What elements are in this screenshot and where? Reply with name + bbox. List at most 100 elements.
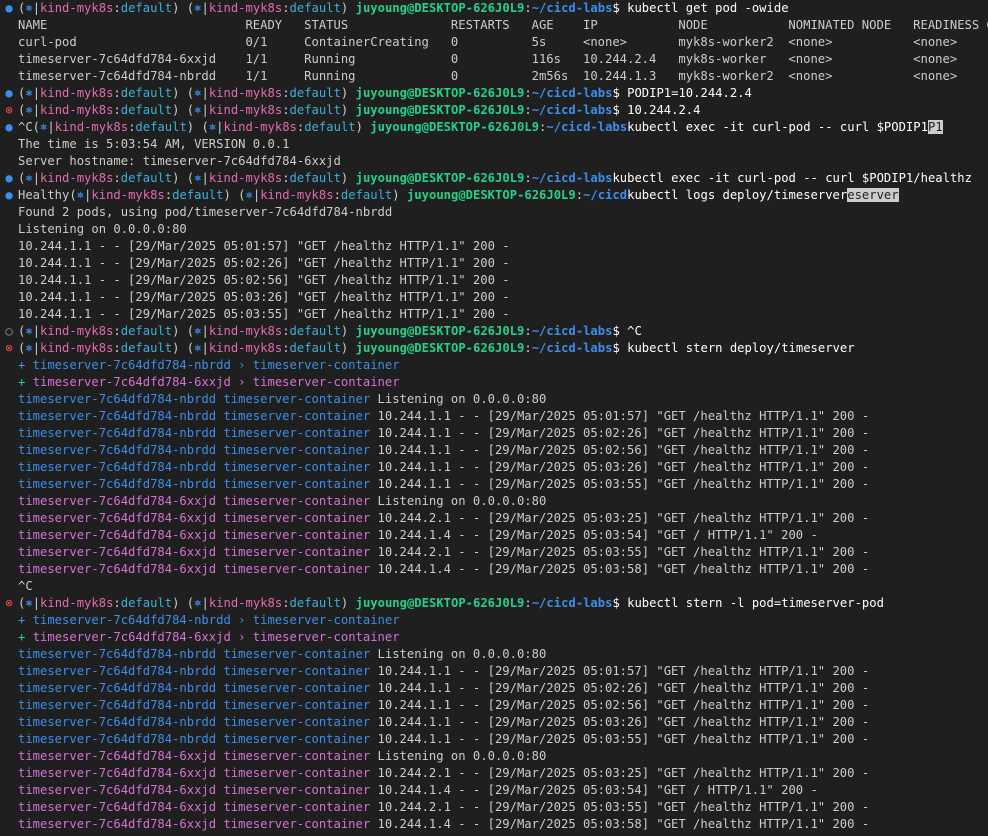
- kube-context: kind-myk8s: [260, 188, 334, 202]
- output-line: timeserver-7c64dfd784-nbrdd timeserver-c…: [0, 476, 988, 493]
- terminal-text: The time is 5:03:54 AM, VERSION 0.0.1: [18, 137, 290, 151]
- terminal-text: |: [216, 120, 224, 134]
- command-status-success-icon[interactable]: ●: [3, 187, 15, 204]
- terminal-text: 10.244.2.1 - - [29/Mar/2025 05:03:25] "G…: [370, 511, 870, 525]
- cursor-selection: eserver: [847, 188, 899, 202]
- command-status-error-icon[interactable]: ⊗: [3, 102, 15, 119]
- terminal-text: |: [47, 120, 55, 134]
- terminal-text: Listening on 0.0.0.0:80: [18, 222, 187, 236]
- terminal-text: :: [113, 324, 121, 338]
- prompt-line: ⊗ (⎈|kind-myk8s:default) (⎈|kind-myk8s:de…: [0, 340, 988, 357]
- kubernetes-helm-icon: ⎈: [245, 188, 253, 202]
- terminal-text: |: [32, 171, 41, 185]
- user-host: juyoung@DESKTOP-626J0L9: [406, 188, 576, 202]
- user-host: juyoung@DESKTOP-626J0L9: [355, 596, 525, 610]
- pod-added-marker: +: [18, 375, 33, 389]
- pod-label-6xxjd: timeserver-7c64dfd784-6xxjd timeserver-c…: [18, 749, 371, 763]
- kube-context: kind-myk8s: [40, 324, 114, 338]
- pod-added-marker: +: [18, 630, 33, 644]
- command-text: kubectl exec -it curl-pod -- curl $PODIP…: [612, 171, 972, 185]
- kube-namespace: default: [120, 171, 173, 185]
- command-status-success-icon[interactable]: ●: [3, 85, 15, 102]
- cursor-selection: P1: [927, 120, 943, 134]
- terminal-output[interactable]: ● (⎈|kind-myk8s:default) (⎈|kind-myk8s:de…: [0, 0, 988, 833]
- terminal-text: 10.244.2.1 - - [29/Mar/2025 05:03:55] "G…: [370, 545, 870, 559]
- terminal-text: |: [32, 341, 41, 355]
- command-status-error-icon[interactable]: ⊗: [3, 340, 15, 357]
- kube-context: kind-myk8s: [208, 324, 283, 338]
- terminal-text: 10.244.1.1 - - [29/Mar/2025 05:02:56] "G…: [370, 698, 870, 712]
- prompt-line: ○ (⎈|kind-myk8s:default) (⎈|kind-myk8s:de…: [0, 323, 988, 340]
- output-line: + timeserver-7c64dfd784-6xxjd › timeserv…: [0, 629, 988, 646]
- working-directory: ~/cicd-labs: [531, 596, 613, 610]
- terminal-text: Server hostname: timeserver-7c64dfd784-6…: [18, 154, 341, 168]
- user-host: juyoung@DESKTOP-626J0L9: [370, 120, 540, 134]
- kubernetes-helm-icon: ⎈: [25, 324, 33, 338]
- command-status-success-icon[interactable]: ●: [3, 170, 15, 187]
- terminal-text: :: [282, 171, 290, 185]
- output-line: timeserver-7c64dfd784-6xxjd timeserver-c…: [0, 782, 988, 799]
- terminal-text: :: [524, 341, 532, 355]
- terminal-text: |: [32, 324, 41, 338]
- output-line: Server hostname: timeserver-7c64dfd784-6…: [0, 153, 988, 170]
- command-text: $ 10.244.2.4: [612, 103, 701, 117]
- terminal-text: |: [201, 324, 209, 338]
- pod-label-nbrdd: timeserver-7c64dfd784-nbrdd timeserver-c…: [18, 698, 371, 712]
- user-host: juyoung@DESKTOP-626J0L9: [355, 1, 525, 15]
- terminal-text: 10.244.1.1 - - [29/Mar/2025 05:03:26] "G…: [370, 460, 870, 474]
- output-line: timeserver-7c64dfd784-nbrdd timeserver-c…: [0, 646, 988, 663]
- terminal-text: |: [201, 171, 209, 185]
- kube-context: kind-myk8s: [54, 120, 129, 134]
- output-line: 10.244.1.1 - - [29/Mar/2025 05:02:56] "G…: [0, 272, 988, 289]
- prompt-line: ● ^C(⎈|kind-myk8s:default) (⎈|kind-myk8s:…: [0, 119, 988, 136]
- terminal-text: :: [113, 86, 121, 100]
- terminal-text: :: [282, 1, 290, 15]
- terminal-text: ): [355, 120, 371, 134]
- terminal-text: ): [340, 86, 356, 100]
- terminal-text: :: [524, 86, 532, 100]
- kube-namespace: default: [289, 324, 341, 338]
- kube-context: kind-myk8s: [208, 103, 283, 117]
- terminal-text: ^C(: [18, 120, 41, 134]
- output-line: timeserver-7c64dfd784-nbrdd timeserver-c…: [0, 731, 988, 748]
- terminal-text: ): [340, 341, 356, 355]
- terminal-text: ) (: [186, 120, 209, 134]
- terminal-text: 10.244.1.4 - - [29/Mar/2025 05:03:54] "G…: [370, 528, 818, 542]
- command-text: $ kubectl stern -l pod=timeserver-pod: [612, 596, 884, 610]
- output-line: timeserver-7c64dfd784-nbrdd timeserver-c…: [0, 425, 988, 442]
- terminal-text: :: [113, 341, 121, 355]
- output-line: timeserver-7c64dfd784-6xxjd timeserver-c…: [0, 544, 988, 561]
- pod-label-nbrdd: timeserver-7c64dfd784-nbrdd timeserver-c…: [18, 732, 371, 746]
- kube-context: kind-myk8s: [223, 120, 297, 134]
- command-status-success-icon[interactable]: ●: [3, 119, 15, 136]
- output-line: timeserver-7c64dfd784-nbrdd timeserver-c…: [0, 697, 988, 714]
- kube-context: kind-myk8s: [40, 86, 114, 100]
- working-directory: ~/cicd-labs: [531, 86, 613, 100]
- kube-namespace: default: [289, 171, 341, 185]
- terminal-text: :: [113, 103, 121, 117]
- kube-context: kind-myk8s: [208, 86, 283, 100]
- kubernetes-helm-icon: ⎈: [25, 171, 33, 185]
- terminal-text: Found 2 pods, using pod/timeserver-7c64d…: [18, 205, 393, 219]
- command-status-neutral-icon[interactable]: ○: [3, 323, 15, 340]
- working-directory: ~/cicd: [583, 188, 628, 202]
- terminal-text: 10.244.1.4 - - [29/Mar/2025 05:03:58] "G…: [370, 817, 870, 831]
- output-line: timeserver-7c64dfd784-6xxjd timeserver-c…: [0, 765, 988, 782]
- terminal-text: ) (: [172, 596, 195, 610]
- output-line: timeserver-7c64dfd784-6xxjd timeserver-c…: [0, 493, 988, 510]
- terminal-text: 10.244.1.4 - - [29/Mar/2025 05:03:58] "G…: [370, 562, 870, 576]
- terminal-text: :: [113, 1, 121, 15]
- command-text: $ PODIP1=10.244.2.4: [612, 86, 752, 100]
- command-text: kubectl exec -it curl-pod -- curl $PODIP…: [627, 120, 928, 134]
- terminal-text: :: [282, 324, 290, 338]
- user-host: juyoung@DESKTOP-626J0L9: [355, 103, 525, 117]
- command-status-success-icon[interactable]: ●: [3, 0, 15, 17]
- terminal-text: ^C: [18, 579, 33, 593]
- output-line: 10.244.1.1 - - [29/Mar/2025 05:03:55] "G…: [0, 306, 988, 323]
- terminal-text: ): [340, 1, 356, 15]
- command-status-error-icon[interactable]: ⊗: [3, 595, 15, 612]
- terminal-text: timeserver-7c64dfd784-6xxjd 1/1 Running …: [18, 52, 958, 66]
- working-directory: ~/cicd-labs: [531, 1, 613, 15]
- terminal-text: ) (: [172, 103, 195, 117]
- output-line: + timeserver-7c64dfd784-6xxjd › timeserv…: [0, 374, 988, 391]
